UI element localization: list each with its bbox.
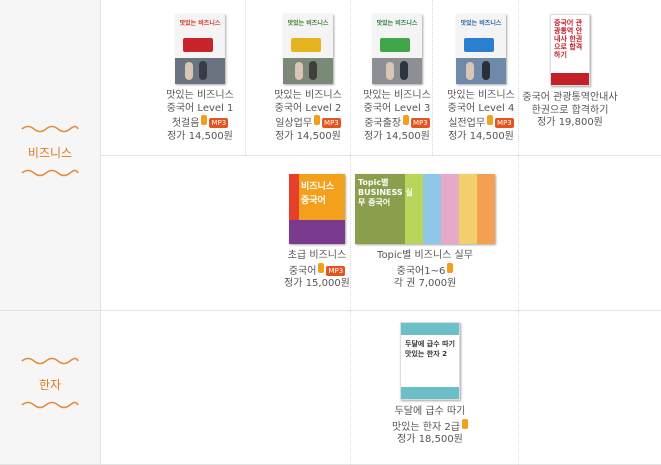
column-divider — [518, 156, 519, 310]
book-cover[interactable]: 맛있는 비즈니스 — [175, 14, 225, 84]
book-cover[interactable]: 맛있는 비즈니스 — [372, 14, 422, 84]
book-badge-icon — [487, 115, 494, 126]
mp3-badge: MP3 — [326, 265, 346, 276]
book-cover[interactable]: 두달에 급수 따기 맛있는 한자 2 — [400, 322, 460, 400]
mp3-badge: MP3 — [411, 118, 430, 129]
ornament-icon — [21, 357, 79, 365]
column-divider — [518, 311, 519, 465]
book-item[interactable]: 맛있는 비즈니스 맛있는 비즈니스 중국어 Level 3 중국출장 MP3 정가… — [352, 14, 442, 143]
book-badge-icon — [447, 262, 454, 273]
ornament-icon — [21, 169, 79, 177]
book-badge-icon — [461, 418, 468, 429]
book-catalog-page: 비즈니스 한자 맛있는 비즈니스 맛있는 비즈니스 중국어 Level 1 첫걸… — [0, 0, 661, 465]
book-item[interactable]: 두달에 급수 따기 맛있는 한자 2 두달에 급수 따기 맛있는 한자 2급 정… — [375, 322, 485, 447]
mp3-badge: MP3 — [322, 118, 341, 129]
book-cover[interactable]: 맛있는 비즈니스 — [283, 14, 333, 84]
mp3-badge: MP3 — [209, 118, 229, 129]
column-divider — [350, 311, 351, 465]
category-label-business[interactable]: 비즈니스 — [0, 144, 100, 161]
section-divider — [0, 310, 661, 311]
ornament-icon — [21, 125, 79, 133]
book-badge-icon — [318, 262, 325, 273]
column-divider — [245, 0, 246, 155]
book-item[interactable]: 맛있는 비즈니스 맛있는 비즈니스 중국어 Level 2 일상업무 MP3 정가… — [263, 14, 353, 143]
book-cover[interactable]: 중국어 관광통역 안내사 한권으로 합격하기 — [550, 14, 590, 86]
book-item[interactable]: 맛있는 비즈니스 맛있는 비즈니스 중국어 Level 4 실전업무 MP3 정가… — [436, 14, 526, 143]
book-badge-icon — [201, 115, 208, 126]
ornament-icon — [21, 401, 79, 409]
book-item[interactable]: 중국어 관광통역 안내사 한권으로 합격하기 중국어 관광통역안내사 한권으로 … — [522, 14, 618, 130]
row-divider — [100, 155, 661, 156]
book-badge-icon — [314, 115, 321, 126]
category-label-hanja[interactable]: 한자 — [0, 376, 100, 393]
book-cover[interactable]: 비즈니스 중국어 — [289, 174, 345, 244]
book-item[interactable]: 맛있는 비즈니스 맛있는 비즈니스 중국어 Level 1 첫걸음 MP3 정가 … — [155, 14, 245, 143]
book-cover[interactable]: Topic별 BUSINESS 실무 중국어 — [355, 174, 495, 244]
mp3-badge: MP3 — [495, 118, 514, 129]
book-cover[interactable]: 맛있는 비즈니스 — [456, 14, 506, 84]
book-badge-icon — [403, 115, 410, 126]
book-item[interactable]: Topic별 BUSINESS 실무 중국어 Topic별 비즈니스 실무 중국… — [355, 174, 495, 291]
